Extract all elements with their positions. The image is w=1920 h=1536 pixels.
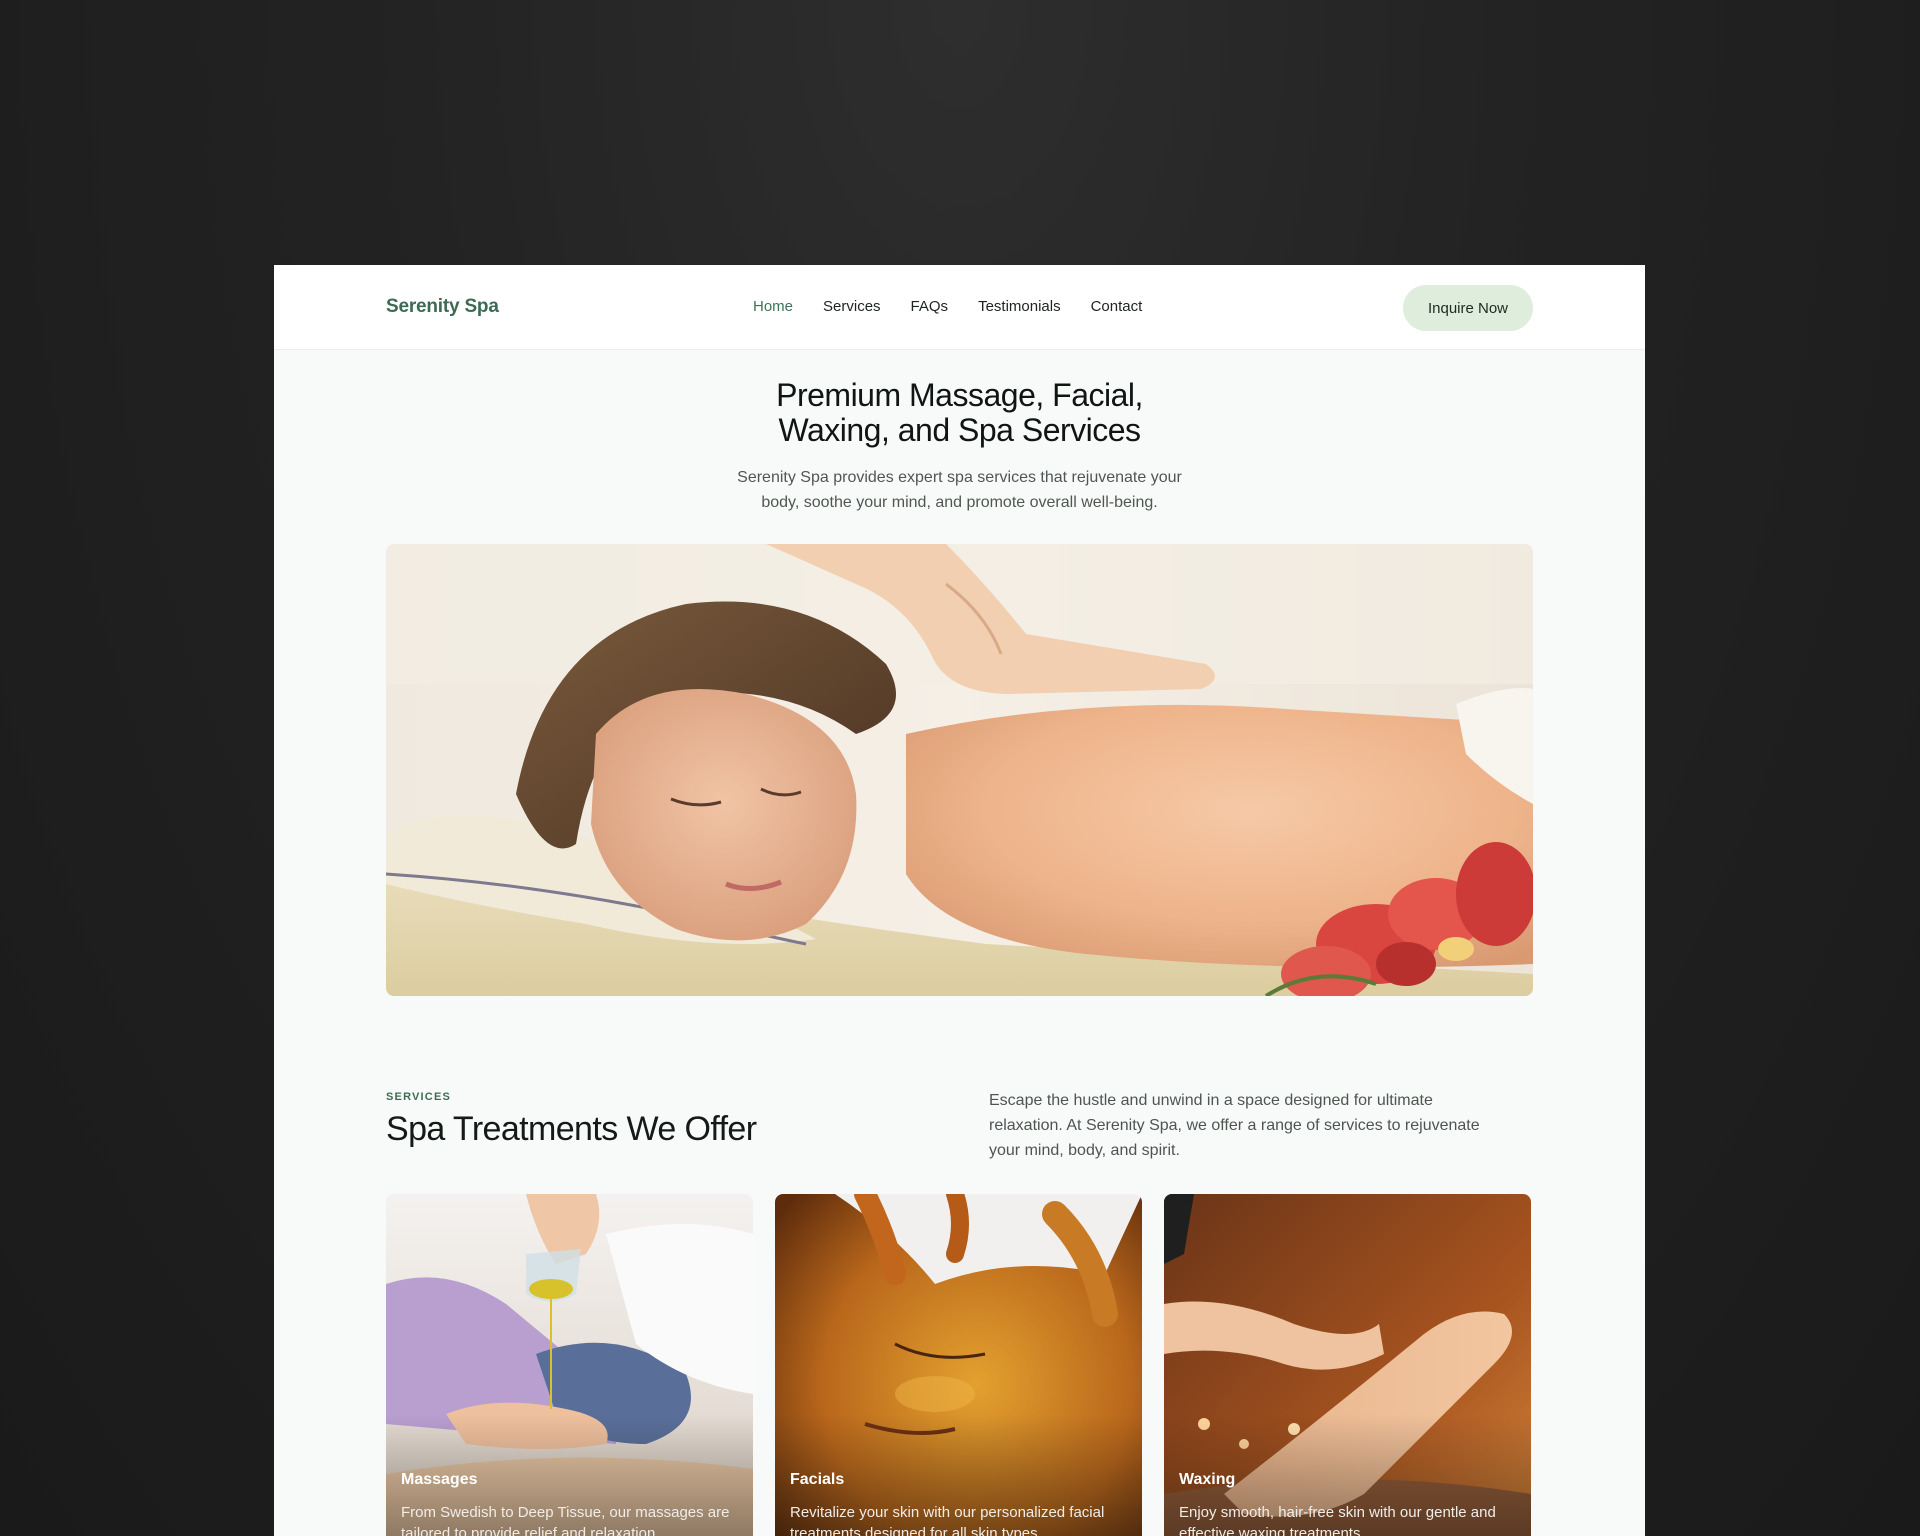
- hero-massage-image: [386, 544, 1533, 996]
- hero-title: Premium Massage, Facial, Waxing, and Spa…: [274, 378, 1645, 448]
- service-card-title: Massages: [401, 1471, 478, 1488]
- hero-subtitle: Serenity Spa provides expert spa service…: [274, 465, 1645, 515]
- top-navigation: Serenity Spa Home Services FAQs Testimon…: [274, 265, 1645, 350]
- service-card-facials[interactable]: Facials Revitalize your skin with our pe…: [775, 1194, 1142, 1536]
- services-title: Spa Treatments We Offer: [386, 1110, 757, 1148]
- hero-title-line-1: Premium Massage, Facial,: [776, 377, 1143, 413]
- service-card-waxing[interactable]: Waxing Enjoy smooth, hair-free skin with…: [1164, 1194, 1531, 1536]
- nav-link-home[interactable]: Home: [753, 298, 793, 315]
- service-card-text: From Swedish to Deep Tissue, our massage…: [401, 1504, 730, 1536]
- hero-subtitle-line-2: body, soothe your mind, and promote over…: [761, 494, 1158, 511]
- service-card-text: Revitalize your skin with our personaliz…: [790, 1504, 1105, 1536]
- service-card-text: Enjoy smooth, hair-free skin with our ge…: [1179, 1504, 1496, 1536]
- inquire-now-button[interactable]: Inquire Now: [1403, 285, 1533, 331]
- service-card-title: Waxing: [1179, 1471, 1236, 1488]
- brand-logo[interactable]: Serenity Spa: [386, 296, 499, 318]
- website-page: Serenity Spa Home Services FAQs Testimon…: [274, 265, 1645, 1536]
- nav-link-services[interactable]: Services: [823, 298, 881, 315]
- service-cards: Massages From Swedish to Deep Tissue, ou…: [386, 1194, 1531, 1536]
- nav-link-testimonials[interactable]: Testimonials: [978, 298, 1061, 315]
- service-card-title: Facials: [790, 1471, 845, 1488]
- service-card-massages[interactable]: Massages From Swedish to Deep Tissue, ou…: [386, 1194, 753, 1536]
- services-description: Escape the hustle and unwind in a space …: [989, 1092, 1480, 1159]
- services-eyebrow: SERVICES: [386, 1091, 452, 1103]
- hero-title-line-2: Waxing, and Spa Services: [778, 412, 1141, 448]
- nav-link-faqs[interactable]: FAQs: [911, 298, 949, 315]
- hero-subtitle-line-1: Serenity Spa provides expert spa service…: [737, 469, 1182, 486]
- nav-menu: Home Services FAQs Testimonials Contact: [753, 298, 1142, 315]
- nav-link-contact[interactable]: Contact: [1091, 298, 1143, 315]
